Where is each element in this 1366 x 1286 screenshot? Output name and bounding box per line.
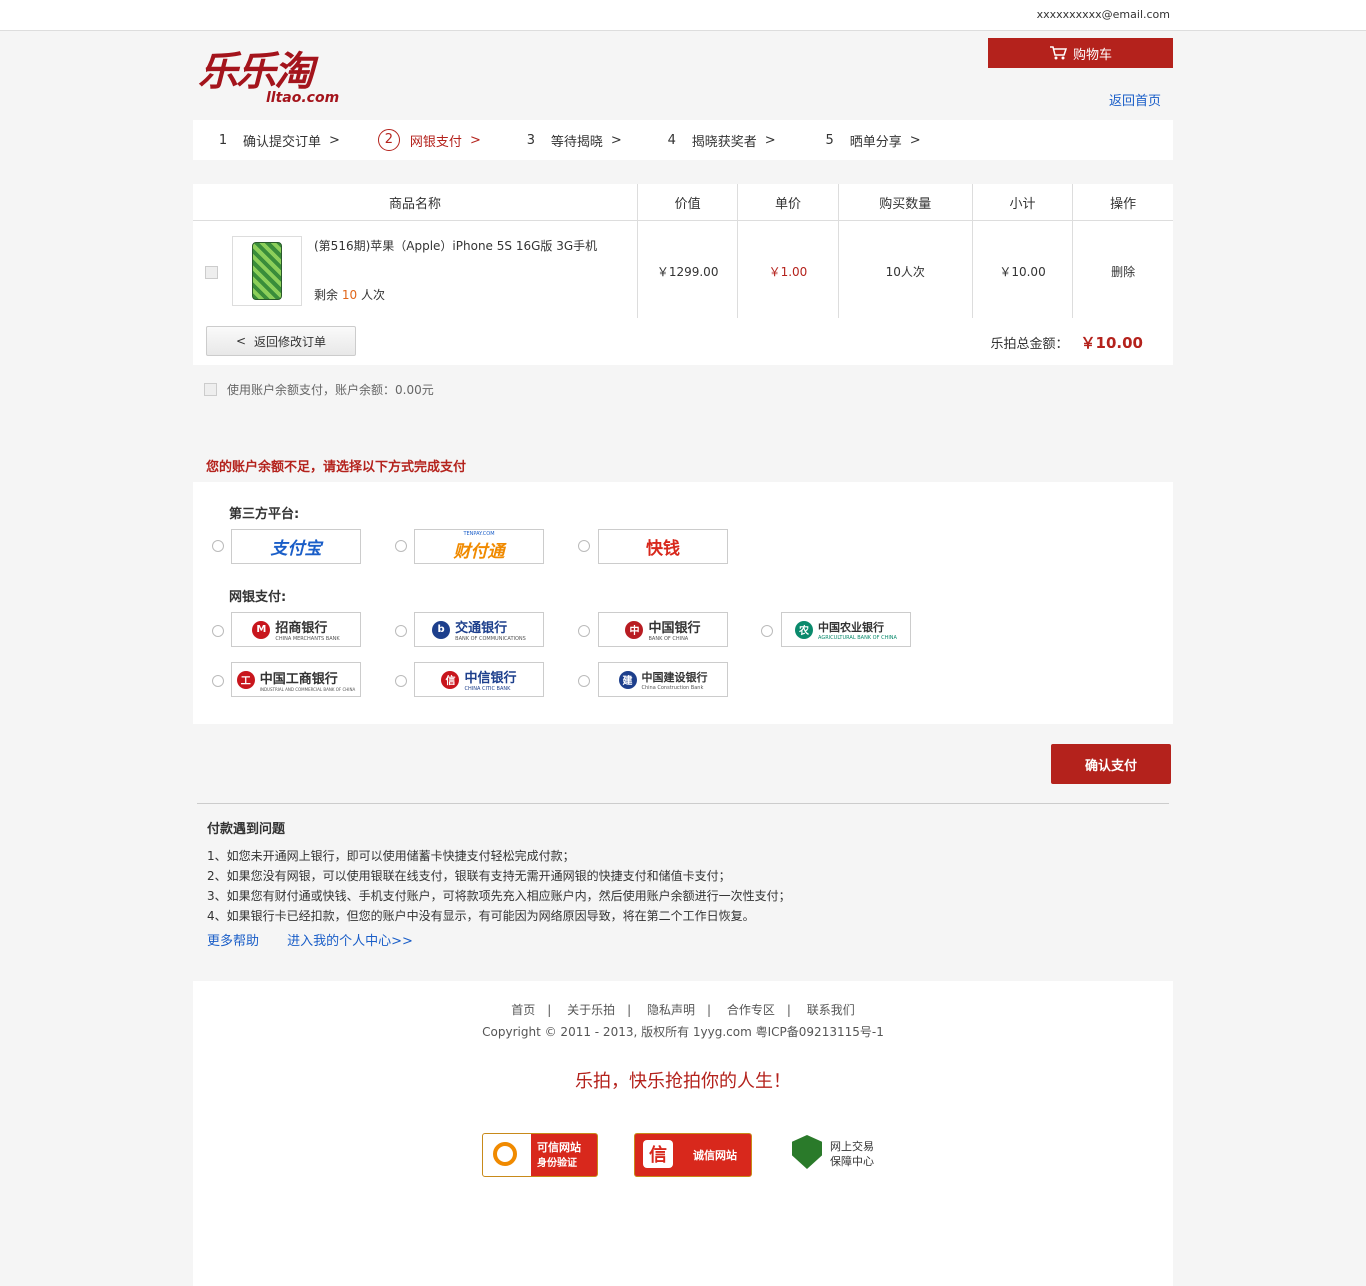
abc-icon: 农 — [795, 620, 814, 639]
item-unit-price: ￥1.00 — [737, 220, 839, 322]
col-header-name: 商品名称 — [193, 184, 638, 221]
progress-steps: 1 确认提交订单 > 2 网银支付 > 3 等待揭晓 > 4 揭晓获奖者 > 5… — [193, 120, 1173, 160]
radio-alipay[interactable] — [212, 540, 224, 552]
ccb-icon: 建 — [618, 670, 637, 689]
table-header-row: 商品名称 价值 单价 购买数量 小计 操作 — [193, 184, 1173, 221]
help-item: 1、如您未开通网上银行，即可以使用储蓄卡快捷支付轻松完成付款； — [207, 849, 575, 863]
payment-help: 付款遇到问题 1、如您未开通网上银行，即可以使用储蓄卡快捷支付轻松完成付款； 2… — [207, 820, 791, 952]
bank-label: 网银支付: — [229, 590, 287, 605]
icbc-logo[interactable]: 工 中国工商银行 INDUSTRIAL AND COMMERCIAL BANK O… — [231, 662, 361, 697]
footer-link-partner[interactable]: 合作专区 — [727, 1003, 775, 1017]
site-logo[interactable]: 乐乐淘 lltao.com — [198, 50, 348, 108]
col-header-subtotal: 小计 — [971, 184, 1073, 221]
step-2: 2 网银支付 > — [377, 129, 481, 151]
item-checkbox[interactable] — [205, 266, 218, 279]
logo-text: 乐乐淘 — [198, 48, 314, 95]
shield-icon — [792, 1135, 822, 1169]
trade-guarantee-badge[interactable]: 网上交易 保障中心 — [792, 1133, 884, 1175]
step-1: 1 确认提交订单 > — [218, 132, 340, 150]
radio-bocom[interactable] — [395, 625, 407, 637]
radio-citic[interactable] — [395, 675, 407, 687]
footer-nav: 首页 | 关于乐拍 | 隐私声明 | 合作专区 | 联系我们 — [511, 1003, 855, 1017]
integrity-site-badge[interactable]: 信 诚信网站 — [634, 1133, 752, 1177]
divider — [197, 803, 1169, 804]
order-summary: < 返回修改订单 乐拍总金额： ￥10.00 — [193, 318, 1173, 365]
radio-tenpay[interactable] — [395, 540, 407, 552]
personal-center-link[interactable]: 进入我的个人中心>> — [287, 934, 413, 949]
icbc-icon: 工 — [236, 670, 255, 689]
radio-abc[interactable] — [761, 625, 773, 637]
footer-link-about[interactable]: 关于乐拍 — [567, 1003, 615, 1017]
abc-logo[interactable]: 农 中国农业银行 AGRICULTURAL BANK OF CHINA — [781, 612, 911, 647]
help-item: 4、如果银行卡已经扣款，但您的账户中没有显示，有可能因为网络原因导致，将在第二个… — [207, 909, 755, 923]
footer-link-home[interactable]: 首页 — [511, 1003, 535, 1017]
third-party-label: 第三方平台: — [229, 507, 300, 522]
radio-ccb[interactable] — [578, 675, 590, 687]
cmb-icon: M — [252, 620, 271, 639]
phone-image — [252, 242, 282, 300]
col-header-quantity: 购买数量 — [837, 184, 973, 221]
back-home-link[interactable]: 返回首页 — [1109, 90, 1161, 109]
radio-boc[interactable] — [578, 625, 590, 637]
footer-link-contact[interactable]: 联系我们 — [807, 1003, 855, 1017]
total-amount: 乐拍总金额： ￥10.00 — [990, 334, 1143, 352]
insufficient-balance-notice: 您的账户余额不足，请选择以下方式完成支付 — [206, 460, 467, 475]
help-item: 3、如果您有财付通或快钱、手机支付账户，可将款项先充入相应账户内，然后使用账户余… — [207, 889, 791, 903]
top-bar: xxxxxxxxxx@email.com — [0, 0, 1366, 31]
back-modify-order-button[interactable]: < 返回修改订单 — [206, 326, 356, 356]
tenpay-logo[interactable]: TENPAY.COM 财付通 — [414, 529, 544, 564]
alipay-logo[interactable]: 支付宝 — [231, 529, 361, 564]
step-5: 5 晒单分享 > — [825, 132, 921, 150]
copyright: Copyright © 2011 - 2013, 版权所有 1yyg.com 粤… — [482, 1025, 884, 1039]
footer-link-privacy[interactable]: 隐私声明 — [647, 1003, 695, 1017]
step-4: 4 揭晓获奖者 > — [667, 132, 776, 150]
citic-icon: 信 — [441, 670, 460, 689]
trusted-site-badge[interactable]: 可信网站 身份验证 — [482, 1133, 598, 1177]
chevron-left-icon: < — [235, 334, 247, 348]
radio-99bill[interactable] — [578, 540, 590, 552]
citic-logo[interactable]: 信 中信银行 CHINA CITIC BANK — [414, 662, 544, 697]
confirm-pay-button[interactable]: 确认支付 — [1051, 744, 1171, 784]
bocom-logo[interactable]: b 交通银行 BANK OF COMMUNICATIONS — [414, 612, 544, 647]
99bill-logo[interactable]: 快钱 — [598, 529, 728, 564]
cart-icon — [1049, 46, 1067, 60]
order-table: 商品名称 价值 单价 购买数量 小计 操作 (第516期)苹果（Apple）iP… — [193, 184, 1173, 322]
table-row: (第516期)苹果（Apple）iPhone 5S 16G版 3G手机 剩余 1… — [193, 220, 1173, 322]
use-balance-option: 使用账户余额支付，账户余额：0.00元 — [204, 381, 434, 398]
col-header-action: 操作 — [1072, 184, 1173, 221]
cmb-logo[interactable]: M 招商银行 CHINA MERCHANTS BANK — [231, 612, 361, 647]
step-3: 3 等待揭晓 > — [526, 132, 622, 150]
user-email[interactable]: xxxxxxxxxx@email.com — [1037, 8, 1170, 21]
cart-button[interactable]: 购物车 — [988, 38, 1173, 68]
trusted-site-icon — [493, 1142, 517, 1166]
boc-icon: 中 — [625, 620, 644, 639]
use-balance-checkbox[interactable] — [204, 383, 217, 396]
integrity-icon: 信 — [643, 1140, 673, 1168]
item-subtotal: ￥10.00 — [971, 220, 1073, 322]
boc-logo[interactable]: 中 中国银行 BANK OF CHINA — [598, 612, 728, 647]
cart-label: 购物车 — [1072, 47, 1112, 63]
product-title[interactable]: (第516期)苹果（Apple）iPhone 5S 16G版 3G手机 — [314, 237, 597, 254]
delete-link[interactable]: 删除 — [1072, 220, 1173, 322]
help-title: 付款遇到问题 — [207, 822, 286, 837]
payment-methods: 第三方平台: 支付宝 TENPAY.COM 财付通 快钱 网银支付: M 招商银… — [193, 482, 1173, 724]
item-value: ￥1299.00 — [636, 220, 738, 322]
footer: 首页 | 关于乐拍 | 隐私声明 | 合作专区 | 联系我们 Copyright © 2… — [193, 981, 1173, 1286]
col-header-value: 价值 — [636, 184, 738, 221]
radio-cmb[interactable] — [212, 625, 224, 637]
more-help-link[interactable]: 更多帮助 — [207, 934, 259, 949]
radio-icbc[interactable] — [212, 675, 224, 687]
logo-domain: lltao.com — [266, 90, 340, 106]
slogan: 乐拍，快乐抢拍你的人生！ — [575, 1071, 791, 1092]
bocom-icon: b — [432, 620, 451, 639]
remaining-count: 剩余 10 人次 — [314, 288, 385, 302]
help-item: 2、如果您没有网银，可以使用银联在线支付，银联有支持无需开通网银的快捷支付和储值… — [207, 869, 731, 883]
product-thumbnail[interactable] — [232, 236, 302, 306]
col-header-unit-price: 单价 — [737, 184, 839, 221]
ccb-logo[interactable]: 建 中国建设银行 China Construction Bank — [598, 662, 728, 697]
item-quantity: 10人次 — [837, 220, 973, 322]
